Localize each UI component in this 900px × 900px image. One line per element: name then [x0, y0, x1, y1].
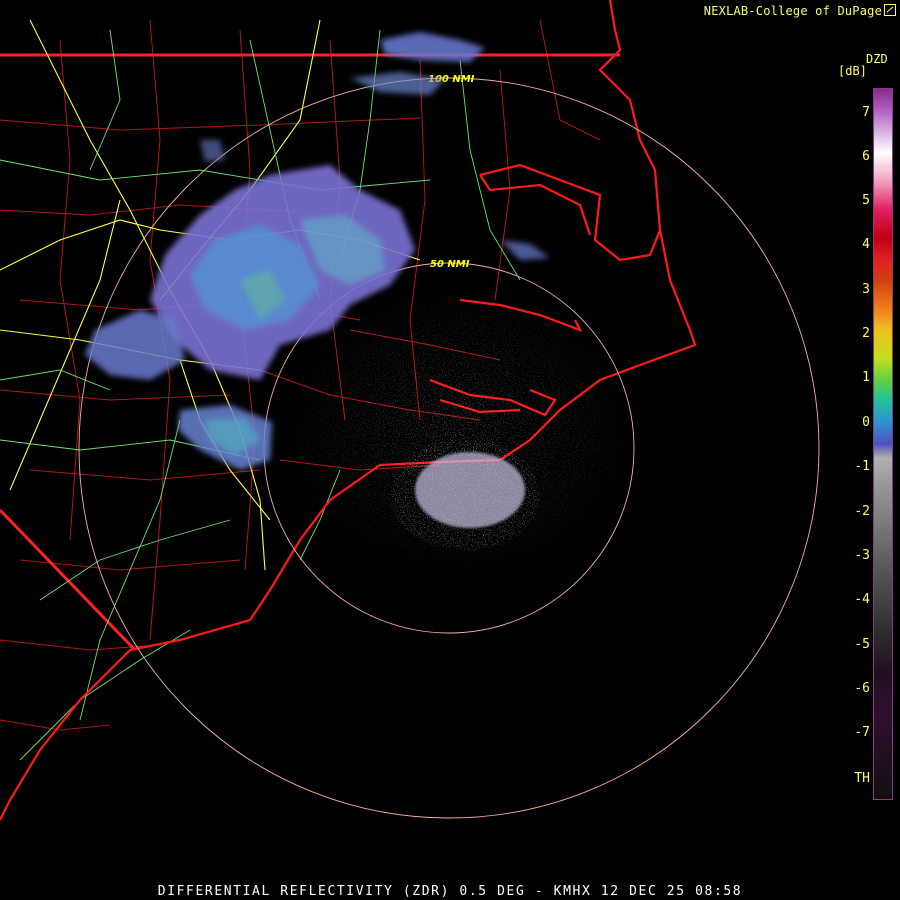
tick-th: TH	[854, 771, 870, 786]
range-label-50: 50 NMI	[430, 259, 470, 270]
tick-4: 4	[862, 237, 870, 252]
tick-neg4: -4	[854, 592, 870, 607]
tick-neg3: -3	[854, 548, 870, 563]
logo-icon	[884, 4, 896, 16]
unit-label: [dB]	[838, 64, 867, 78]
radar-map: 50 NMI 100 NMI	[0, 0, 820, 821]
product-title: DIFFERENTIAL REFLECTIVITY (ZDR) 0.5 DEG …	[157, 884, 743, 899]
tick-neg7: -7	[854, 725, 870, 740]
northeast-cell	[380, 32, 485, 62]
tick-1: 1	[862, 370, 870, 385]
tick-neg5: -5	[854, 637, 870, 652]
tick-6: 6	[862, 149, 870, 164]
tick-7: 7	[862, 105, 870, 120]
tick-2: 2	[862, 326, 870, 341]
tick-neg1: -1	[854, 459, 870, 474]
tick-3: 3	[862, 282, 870, 297]
credit-text: NEXLAB-College of DuPage	[703, 4, 882, 18]
color-scale-bar	[873, 88, 893, 800]
tick-neg6: -6	[854, 681, 870, 696]
west-storm-cell	[85, 310, 185, 380]
tick-neg2: -2	[854, 504, 870, 519]
tick-0: 0	[862, 415, 870, 430]
ground-clutter	[290, 290, 630, 570]
tick-5: 5	[862, 193, 870, 208]
credit-label: NEXLAB-College of DuPage	[704, 4, 896, 18]
product-code: DZD	[866, 52, 888, 66]
